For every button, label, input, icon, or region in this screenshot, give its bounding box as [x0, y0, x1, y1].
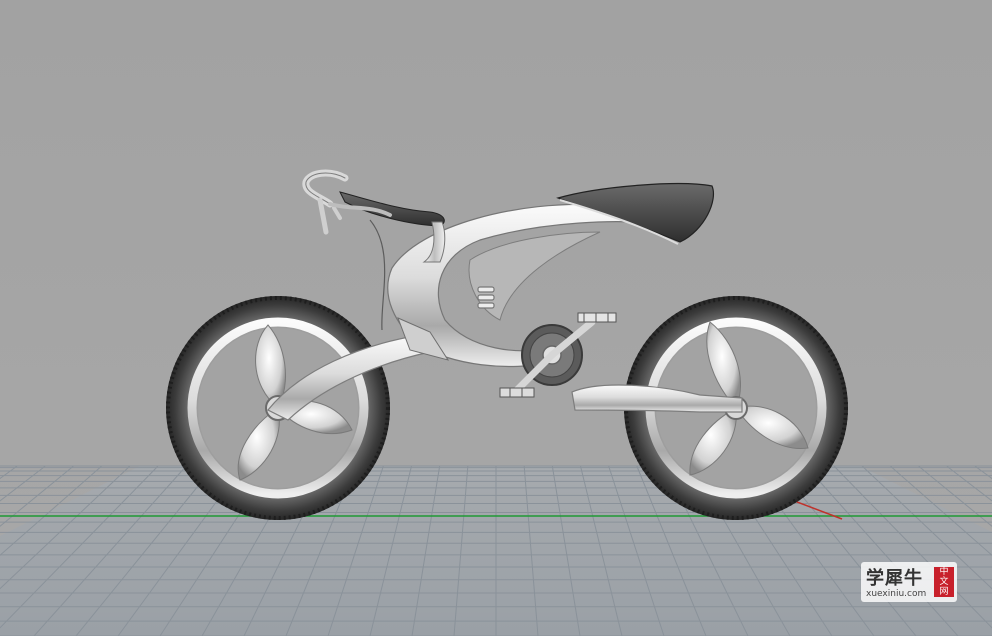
watermark-title: 学犀牛 [866, 568, 923, 589]
pedal-front [577, 312, 617, 323]
watermark-url: xuexiniu.com [866, 589, 927, 599]
watermark-badge: 中 文 网 [934, 567, 954, 597]
pedal-rear [499, 387, 535, 398]
rhino-viewport[interactable]: 学犀牛 中 文 网 xuexiniu.com [0, 0, 992, 636]
watermark-logo: 学犀牛 中 文 网 xuexiniu.com [861, 562, 957, 602]
watermark-badge-char: 网 [939, 587, 949, 597]
watermark-badge-char: 文 [939, 577, 949, 587]
construction-grid [0, 465, 992, 636]
frame-vents [477, 286, 495, 309]
watermark-badge-char: 中 [939, 567, 949, 577]
viewport-scene[interactable] [0, 0, 992, 636]
